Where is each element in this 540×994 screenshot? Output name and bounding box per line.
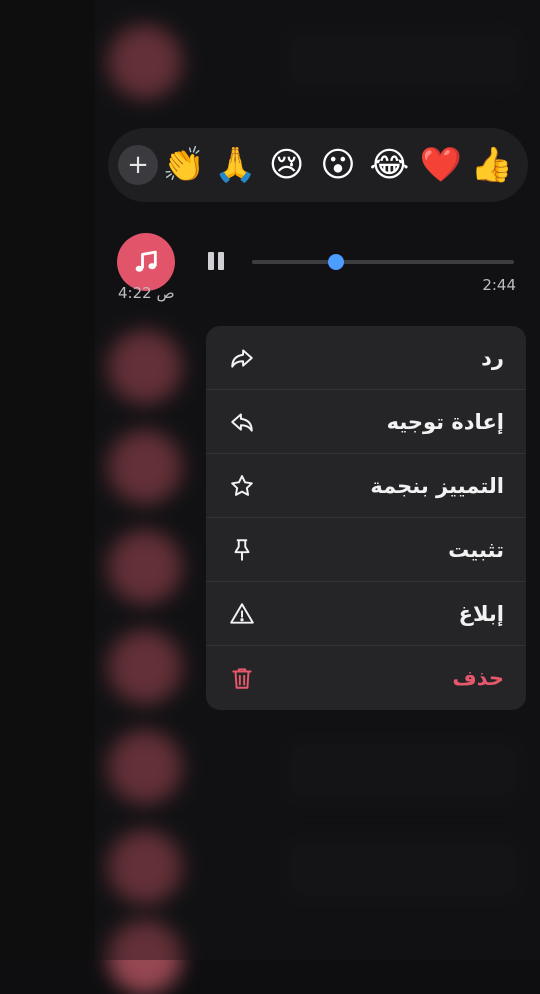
folded-hands-reaction[interactable]: 🙏 [213, 148, 257, 182]
warning-icon [228, 600, 256, 628]
add-reaction-button[interactable]: + [118, 145, 158, 185]
plus-icon: + [127, 150, 149, 180]
message-time: 4:22 ص [118, 284, 175, 302]
menu-item-label: إبلاغ [458, 601, 504, 626]
emoji-list: 👏 🙏 😢 😮 😂 ❤️ 👍 [158, 148, 518, 182]
red-heart-reaction[interactable]: ❤️ [419, 148, 463, 182]
context-menu: رد إعادة توجيه التمييز بنجمة تثبيت إبلاغ… [206, 326, 526, 710]
surprised-face-reaction[interactable]: 😮 [316, 148, 360, 182]
menu-item-forward[interactable]: إعادة توجيه [206, 390, 526, 454]
reaction-bar: + 👏 🙏 😢 😮 😂 ❤️ 👍 [108, 128, 528, 202]
trash-icon [228, 664, 256, 692]
laughing-face-reaction[interactable]: 😂 [367, 148, 411, 182]
crying-face-reaction[interactable]: 😢 [265, 148, 309, 182]
playback-slider[interactable] [252, 254, 514, 270]
menu-item-label: حذف [452, 666, 504, 690]
pause-icon-bar [208, 252, 214, 270]
playback-knob[interactable] [327, 254, 344, 270]
menu-item-report[interactable]: إبلاغ [206, 582, 526, 646]
menu-item-reply[interactable]: رد [206, 326, 526, 390]
playback-progress [252, 260, 336, 264]
menu-item-pin[interactable]: تثبيت [206, 518, 526, 582]
menu-item-label: تثبيت [448, 537, 504, 562]
voice-message: 4:22 ص 2:44 [106, 222, 526, 310]
forward-icon [228, 408, 256, 436]
clapping-hands-reaction[interactable]: 👏 [162, 148, 206, 182]
menu-item-label: إعادة توجيه [386, 409, 504, 434]
menu-item-label: التمييز بنجمة [370, 473, 504, 498]
music-note-icon [135, 250, 157, 272]
thumbs-up-reaction[interactable]: 👍 [470, 148, 514, 182]
menu-item-delete[interactable]: حذف [206, 646, 526, 710]
reply-icon [228, 344, 256, 372]
star-icon [228, 472, 256, 500]
pause-button[interactable] [205, 250, 227, 272]
menu-item-star[interactable]: التمييز بنجمة [206, 454, 526, 518]
music-avatar [117, 233, 175, 291]
pin-icon [228, 536, 256, 564]
pause-icon-bar [218, 252, 224, 270]
audio-duration: 2:44 [482, 276, 516, 294]
menu-item-label: رد [481, 345, 504, 370]
